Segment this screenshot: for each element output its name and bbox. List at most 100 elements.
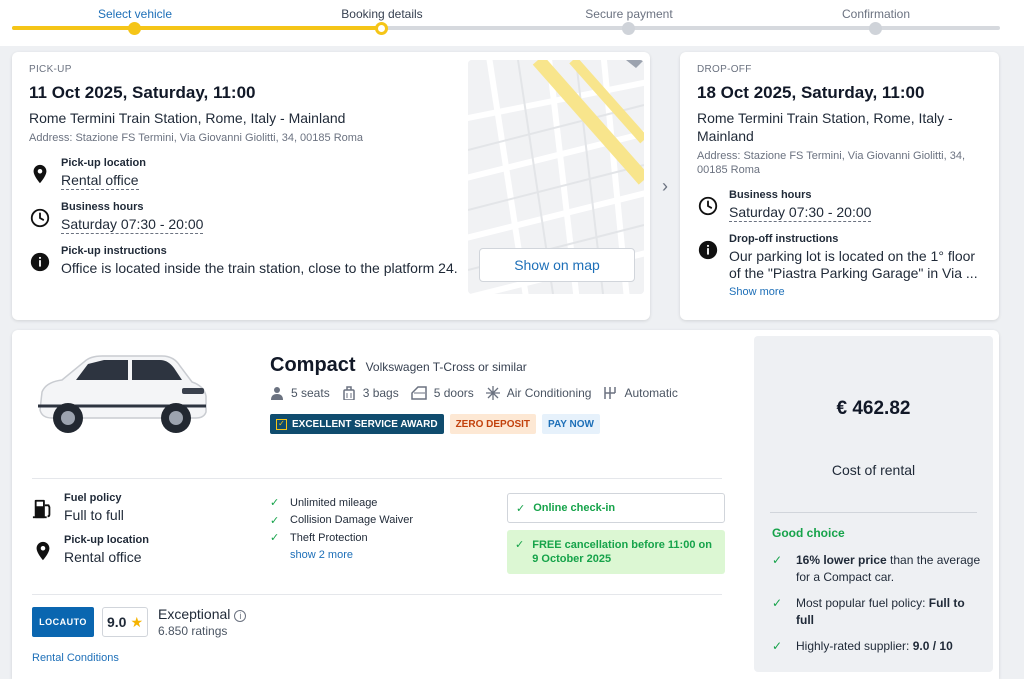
dropoff-hours: Business hours Saturday 07:30 - 20:00 (697, 189, 987, 222)
offer-card: Compact Volkswagen T-Cross or similar 5 … (12, 330, 999, 679)
dropoff-hours-value[interactable]: Saturday 07:30 - 20:00 (729, 204, 872, 222)
spec-seats: 5 seats (270, 386, 330, 400)
good-choice-bold: 9.0 / 10 (912, 639, 953, 653)
spec-transmission-label: Automatic (624, 386, 678, 400)
pickup-hours-value[interactable]: Saturday 07:30 - 20:00 (61, 216, 204, 234)
offer-divider-bottom (32, 594, 722, 595)
online-checkin-box: ✓ Online check-in (507, 493, 725, 523)
online-checkin-label: Online check-in (533, 502, 616, 514)
dropoff-location: Rome Termini Train Station, Rome, Italy … (697, 110, 953, 144)
star-icon: ★ (130, 613, 144, 630)
luggage-icon (342, 386, 355, 400)
supplier-rating: LOCAUTO 9.0 ★ Exceptional i 6.850 ratings (32, 606, 247, 638)
good-choice-item: ✓ Highly-rated supplier: 9.0 / 10 (772, 638, 982, 655)
step-booking-details: Booking details (302, 0, 462, 35)
pay-now-badge: PAY NOW (542, 414, 600, 434)
pickup-hours: Business hours Saturday 07:30 - 20:00 (29, 201, 469, 234)
spec-seats-label: 5 seats (291, 386, 330, 400)
rental-conditions-link[interactable]: Rental Conditions (32, 652, 119, 664)
check-icon: ✓ (772, 596, 783, 610)
gearshift-icon (604, 387, 617, 399)
offer-divider-top (32, 478, 722, 479)
step-label: Confirmation (841, 7, 911, 21)
info-icon[interactable]: i (234, 610, 247, 622)
pickup-instructions: Pick-up instructions Office is located i… (29, 245, 469, 277)
offer-pickup-location: Pick-up location Rental office (32, 534, 149, 566)
fuel-pump-icon (32, 499, 51, 519)
excellent-service-badge: ✓ EXCELLENT SERVICE AWARD (270, 414, 444, 434)
supplier-logo-text: LOCAUTO (39, 617, 87, 627)
spec-doors: 5 doors (410, 386, 474, 400)
show-on-map-button[interactable]: Show on map (479, 248, 635, 282)
pickup-instructions-value: Office is located inside the train stati… (61, 260, 458, 276)
good-choice-heading: Good choice (772, 526, 845, 540)
step-dot (869, 22, 882, 35)
inclusion-label: Theft Protection (290, 531, 368, 544)
offer-details: Fuel policy Full to full Pick-up locatio… (32, 492, 149, 576)
check-icon: ✓ (515, 539, 525, 551)
clock-icon (30, 208, 50, 228)
good-choice-item: ✓ Most popular fuel policy: Full to full (772, 595, 982, 629)
good-choice-list: ✓ 16% lower price than the average for a… (772, 552, 982, 664)
pickup-location: Rome Termini Train Station, Rome, Italy … (29, 110, 346, 126)
price-divider (770, 512, 977, 513)
location-pin-icon (36, 541, 50, 561)
dropoff-hours-label: Business hours (729, 189, 812, 201)
free-cancellation-label: FREE cancellation before 11:00 on 9 Octo… (532, 539, 712, 565)
show-more-link[interactable]: Show more (729, 286, 785, 298)
pickup-datetime: 11 Oct 2025, Saturday, 11:00 (29, 83, 256, 102)
check-icon: ✓ (270, 497, 280, 510)
dropoff-instructions-value: Our parking lot is located on the 1° flo… (729, 248, 978, 281)
zero-deposit-badge: ZERO DEPOSIT (449, 414, 537, 434)
spec-bags: 3 bags (342, 386, 399, 400)
dropoff-section-label: DROP-OFF (697, 64, 752, 75)
good-choice-item: ✓ 16% lower price than the average for a… (772, 552, 982, 586)
good-choice-bold: 16% lower price (796, 553, 887, 567)
check-icon: ✓ (772, 553, 783, 567)
inclusion-label: Collision Damage Waiver (290, 514, 414, 527)
info-icon (698, 240, 718, 260)
inclusions-list: ✓ Unlimited mileage ✓ Collision Damage Wai… (270, 494, 413, 564)
fuel-policy-value: Full to full (64, 507, 124, 523)
rating-score-value: 9.0 (106, 614, 127, 630)
step-select-vehicle[interactable]: Select vehicle (55, 0, 215, 35)
pickup-instructions-label: Pick-up instructions (61, 245, 167, 257)
car-door-icon (410, 386, 427, 400)
step-confirmation: Confirmation (796, 0, 956, 35)
dropoff-instructions: Drop-off instructions Our parking lot is… (697, 233, 987, 300)
rating-label: Exceptional (158, 606, 231, 622)
dropoff-address: Address: Stazione FS Termini, Via Giovan… (697, 150, 965, 176)
pickup-location-type-value[interactable]: Rental office (61, 172, 139, 190)
inclusion-label: Unlimited mileage (290, 496, 378, 509)
car-class: Compact (270, 354, 356, 376)
rating-score: 9.0 ★ (102, 607, 148, 637)
fuel-policy-label: Fuel policy (64, 492, 122, 504)
info-icon (30, 252, 50, 272)
pickup-address: Address: Stazione FS Termini, Via Giovan… (29, 132, 364, 144)
spec-bags-label: 3 bags (362, 386, 399, 400)
check-icon: ✓ (270, 514, 280, 527)
show-more-inclusions-link[interactable]: show 2 more (290, 549, 353, 561)
dropoff-instructions-label: Drop-off instructions (729, 233, 839, 245)
location-pin-icon (33, 164, 47, 184)
check-icon: ✓ (772, 639, 783, 653)
pickup-card: PICK-UP 11 Oct 2025, Saturday, 11:00 Rom… (12, 52, 650, 320)
person-icon (271, 387, 283, 400)
supplier-logo: LOCAUTO (32, 607, 94, 637)
car-specs: 5 seats 3 bags 5 doors Air Conditioning … (270, 386, 690, 400)
offer-pickup-location-label: Pick-up location (64, 534, 149, 546)
spec-ac: Air Conditioning (485, 386, 591, 400)
pickup-section-label: PICK-UP (29, 64, 72, 75)
step-label: Secure payment (585, 7, 673, 21)
good-choice-text: Highly-rated supplier: (796, 639, 913, 653)
car-model: Volkswagen T-Cross or similar (365, 360, 527, 374)
step-label: Select vehicle (97, 7, 173, 21)
free-cancellation-box: ✓ FREE cancellation before 11:00 on 9 Oc… (507, 530, 725, 574)
check-icon: ✓ (516, 502, 526, 515)
step-label: Booking details (341, 7, 423, 21)
good-choice-text: Most popular fuel policy: (796, 596, 929, 610)
spec-transmission: Automatic (603, 386, 678, 400)
inclusion-item: ✓ Theft Protection (270, 529, 413, 547)
booking-stepper: Select vehicle Booking details Secure pa… (0, 0, 1024, 46)
offer-badges: ✓ EXCELLENT SERVICE AWARD ZERO DEPOSIT P… (270, 414, 606, 434)
